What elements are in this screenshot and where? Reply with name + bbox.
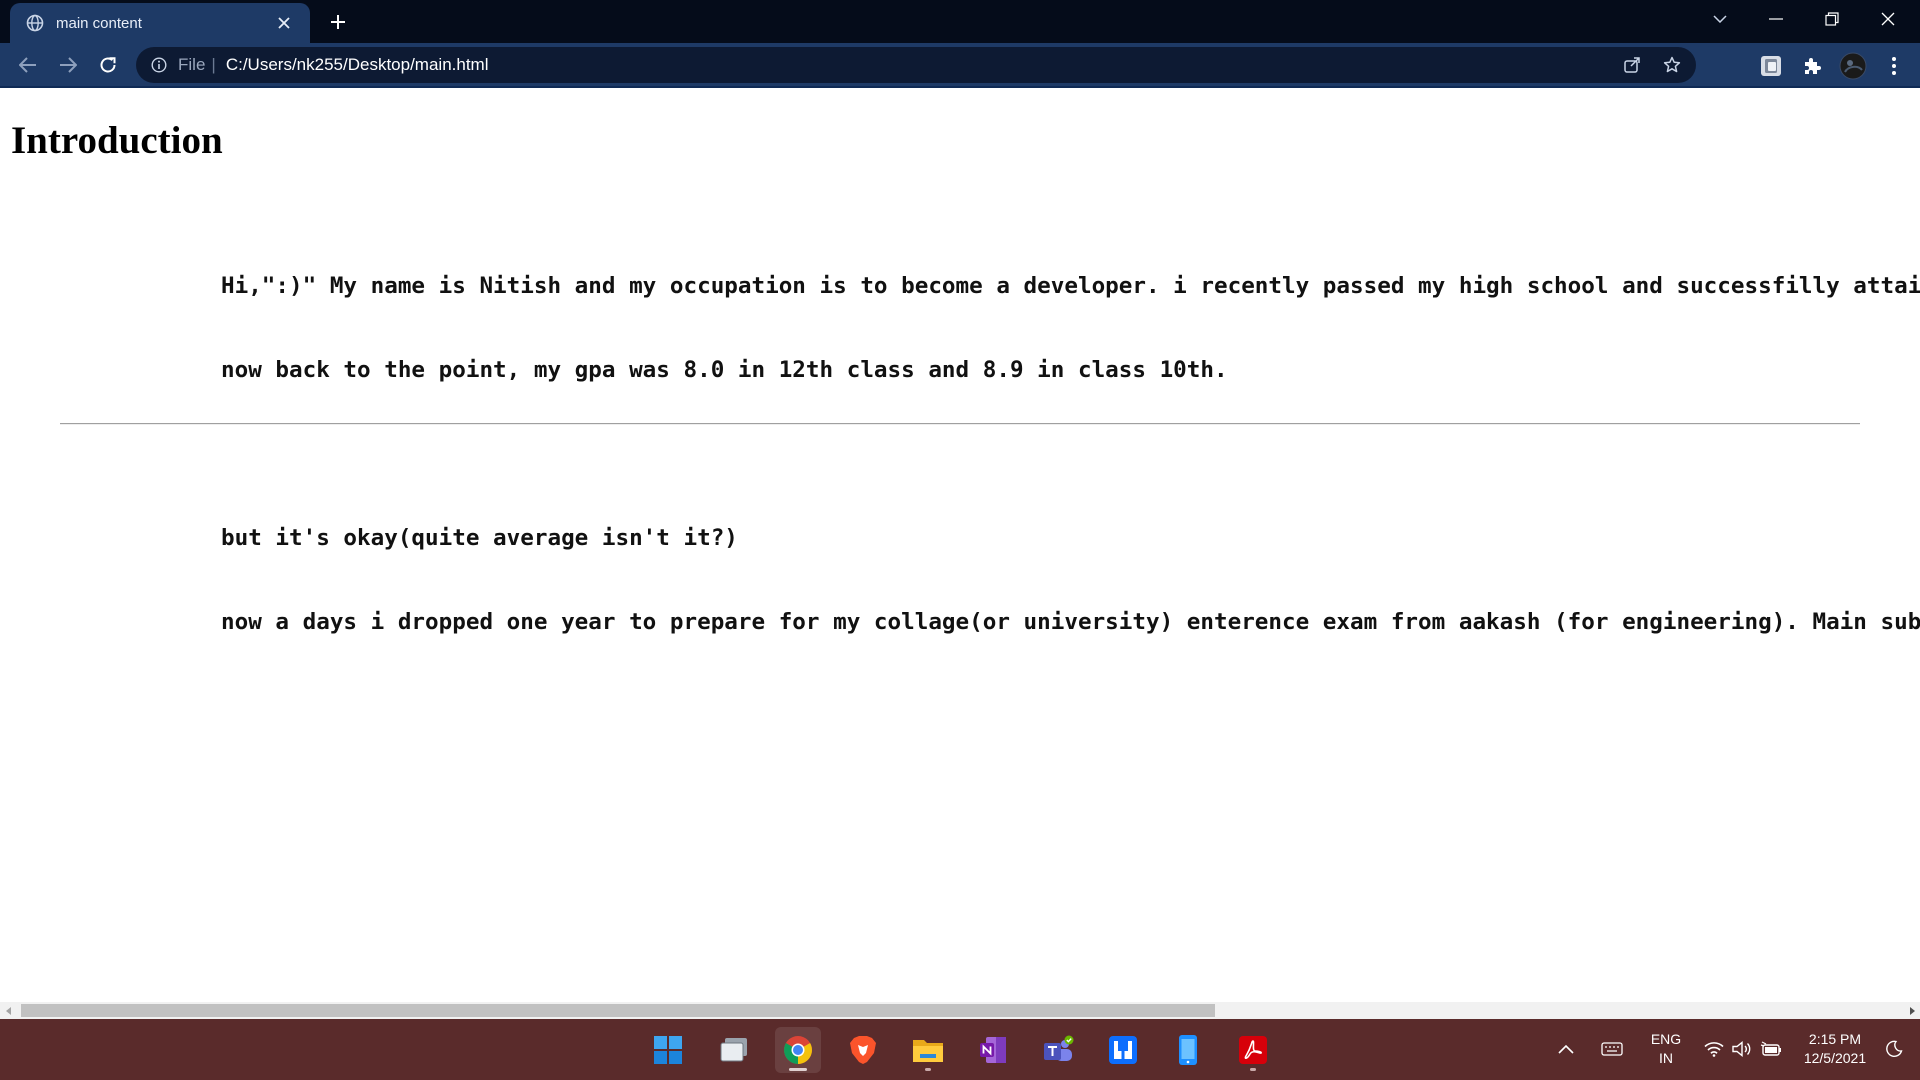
- battery-icon[interactable]: [1756, 1029, 1786, 1069]
- clock-time: 2:15 PM: [1808, 1031, 1862, 1047]
- scroll-left-icon[interactable]: [0, 1002, 17, 1019]
- volume-icon[interactable]: [1728, 1029, 1756, 1069]
- onenote-icon[interactable]: [970, 1027, 1016, 1073]
- bookmark-star-icon[interactable]: [1658, 51, 1686, 79]
- acrobat-icon[interactable]: [1230, 1027, 1276, 1073]
- show-hidden-icons-chevron-icon[interactable]: [1550, 1029, 1582, 1069]
- wifi-icon[interactable]: [1700, 1029, 1728, 1069]
- intro-paragraph: Hi,":)" My name is Nitish and my occupat…: [221, 216, 1920, 692]
- task-view-icon[interactable]: [711, 1027, 757, 1073]
- tab-search-chevron-icon[interactable]: [1692, 0, 1748, 38]
- region-code: IN: [1659, 1050, 1673, 1066]
- new-tab-icon[interactable]: [324, 8, 352, 36]
- close-tab-icon[interactable]: [272, 11, 296, 35]
- reload-icon[interactable]: [92, 49, 124, 81]
- minimize-icon[interactable]: [1748, 0, 1804, 38]
- forward-arrow-icon[interactable]: [52, 49, 84, 81]
- paragraph-line: [221, 440, 1920, 468]
- touch-keyboard-icon[interactable]: [1596, 1029, 1628, 1069]
- brave-icon[interactable]: [840, 1027, 886, 1073]
- share-icon[interactable]: [1618, 51, 1646, 79]
- restore-icon[interactable]: [1804, 0, 1860, 38]
- focus-assist-moon-icon[interactable]: [1878, 1029, 1910, 1069]
- scrollbar-thumb[interactable]: [21, 1004, 1215, 1017]
- puzzle-extensions-icon[interactable]: [1797, 51, 1827, 81]
- close-window-icon[interactable]: [1860, 0, 1916, 38]
- running-indicator: [789, 1068, 807, 1071]
- start-icon[interactable]: [645, 1027, 691, 1073]
- windows-taskbar: ENG IN 2:15 PM 12/5/2021: [0, 1019, 1920, 1080]
- paragraph-line: Hi,":)" My name is Nitish and my occupat…: [221, 273, 1920, 299]
- browser-toolbar: File | C:/Users/nk255/Desktop/main.html: [0, 43, 1920, 88]
- globe-icon: [26, 14, 44, 32]
- info-icon[interactable]: [150, 56, 168, 74]
- clock-date: 12/5/2021: [1803, 1050, 1867, 1066]
- paragraph-line: now back to the point, my gpa was 8.0 in…: [221, 357, 1228, 383]
- paragraph-line: now a days i dropped one year to prepare…: [221, 609, 1920, 635]
- file-explorer-icon[interactable]: [905, 1027, 951, 1073]
- page-heading: Introduction: [11, 119, 223, 162]
- tab-main-content[interactable]: main content: [10, 3, 310, 43]
- back-arrow-icon[interactable]: [12, 49, 44, 81]
- profile-avatar[interactable]: [1838, 51, 1868, 81]
- phone-link-icon[interactable]: [1165, 1027, 1211, 1073]
- horizontal-scrollbar[interactable]: [0, 1002, 1920, 1019]
- clock[interactable]: 2:15 PM 12/5/2021: [1796, 1029, 1874, 1069]
- browser-titlebar: main content: [0, 0, 1920, 43]
- language-code: ENG: [1650, 1031, 1682, 1047]
- url-text[interactable]: C:/Users/nk255/Desktop/main.html: [226, 55, 489, 75]
- paragraph-line: but it's okay(quite average isn't it?): [221, 525, 738, 551]
- running-indicator: [1250, 1068, 1256, 1071]
- browser-menu-icon[interactable]: [1879, 51, 1909, 81]
- language-indicator[interactable]: ENG IN: [1642, 1029, 1690, 1069]
- tab-title: main content: [56, 14, 142, 32]
- scheme-separator: |: [211, 55, 216, 74]
- page-viewport: Introduction Hi,":)" My name is Nitish a…: [0, 88, 1920, 1002]
- address-bar[interactable]: File | C:/Users/nk255/Desktop/main.html: [136, 47, 1696, 83]
- horizontal-rule: [60, 423, 1860, 425]
- teams-icon[interactable]: [1035, 1027, 1081, 1073]
- scroll-right-icon[interactable]: [1903, 1002, 1920, 1019]
- scheme-label: File: [178, 55, 206, 74]
- extension-icon[interactable]: [1756, 51, 1786, 81]
- chrome-icon[interactable]: [775, 1027, 821, 1073]
- app-icon[interactable]: [1100, 1027, 1146, 1073]
- running-indicator: [925, 1068, 931, 1071]
